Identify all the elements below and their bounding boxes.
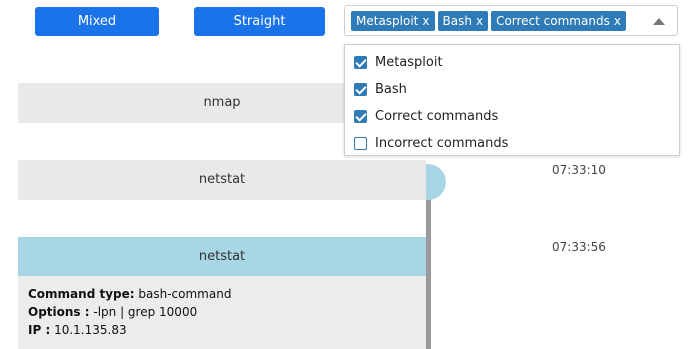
option-incorrect-commands[interactable]: Incorrect commands (345, 130, 679, 157)
timeline-line (426, 190, 431, 349)
filter-dropdown: Metasploit Bash Correct commands Incorre… (344, 44, 680, 156)
selected-tags: Metasploit x Bash x Correct commands x (351, 11, 626, 31)
timestamp: 07:33:10 (552, 163, 606, 177)
checkbox-checked-icon[interactable] (354, 56, 367, 69)
option-label: Bash (375, 82, 407, 97)
checkbox-checked-icon[interactable] (354, 110, 367, 123)
remove-tag-icon[interactable]: x (422, 14, 429, 28)
option-bash[interactable]: Bash (345, 76, 679, 103)
mixed-arrangement-button[interactable]: Mixed Arrangement (35, 7, 159, 58)
tag-metasploit[interactable]: Metasploit x (351, 11, 435, 31)
option-correct-commands[interactable]: Correct commands (345, 103, 679, 130)
options-row: Options : -lpn | grep 10000 (28, 305, 198, 319)
command-details: Command type: bash-command Options : -lp… (18, 276, 426, 349)
option-label: Incorrect commands (375, 136, 509, 151)
tag-correct-commands[interactable]: Correct commands x (491, 11, 626, 31)
checkbox-unchecked-icon[interactable] (354, 137, 367, 150)
chevron-up-icon[interactable] (653, 18, 665, 25)
straight-arrangement-button[interactable]: Straight Arrangement (194, 7, 325, 58)
option-label: Correct commands (375, 109, 499, 124)
timeline-item-netstat[interactable]: netstat (18, 160, 426, 200)
tag-bash[interactable]: Bash x (437, 11, 489, 31)
timestamp: 07:33:56 (552, 240, 606, 254)
checkbox-checked-icon[interactable] (354, 83, 367, 96)
ip-row: IP : 10.1.135.83 (28, 323, 127, 337)
remove-tag-icon[interactable]: x (614, 14, 621, 28)
command-type-row: Command type: bash-command (28, 287, 232, 301)
timeline-item-netstat-selected[interactable]: netstat (18, 237, 426, 276)
option-label: Metasploit (375, 55, 443, 70)
remove-tag-icon[interactable]: x (476, 14, 483, 28)
option-metasploit[interactable]: Metasploit (345, 49, 679, 76)
filter-multiselect[interactable]: Metasploit x Bash x Correct commands x (344, 5, 678, 36)
